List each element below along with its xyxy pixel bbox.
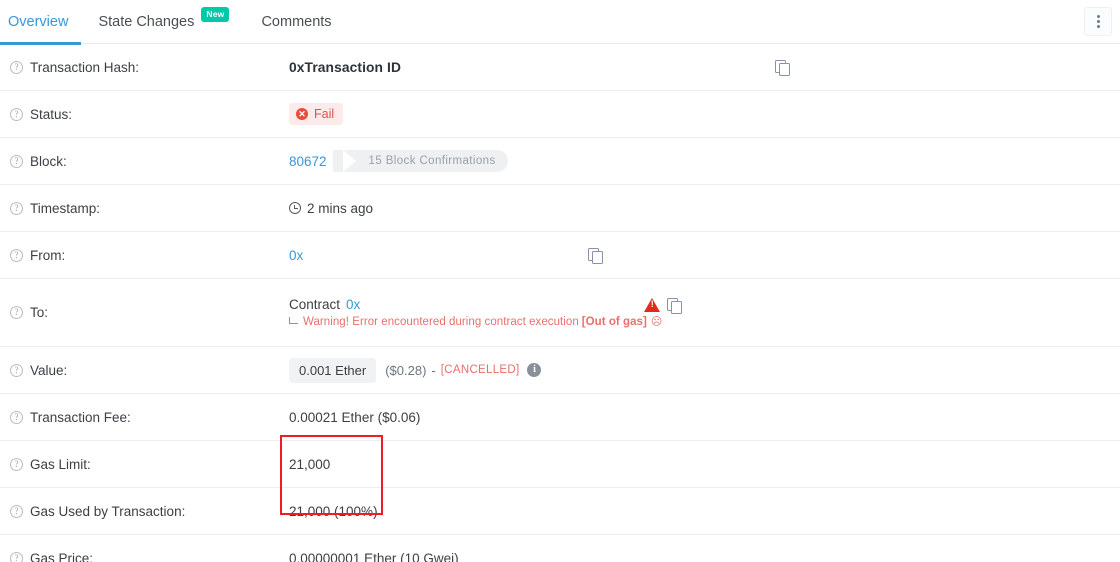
help-circle-icon[interactable]: ?: [10, 60, 23, 74]
value-gas-price: 0.00000001 Ether (10 Gwei): [289, 535, 1120, 562]
to-address-link[interactable]: 0x: [346, 297, 360, 312]
help-circle-icon[interactable]: ?: [10, 457, 23, 471]
tab-bar: Overview State Changes New Comments: [0, 0, 1120, 45]
tab-state-changes-label: State Changes: [98, 13, 195, 30]
value-block: 80672 15 Block Confirmations: [289, 138, 1120, 184]
tab-overview[interactable]: Overview: [0, 0, 82, 45]
status-badge: ✕ Fail: [289, 103, 344, 125]
help-circle-icon[interactable]: ?: [10, 504, 23, 518]
label-from-text: From:: [30, 247, 66, 263]
value-gas-limit: 21,000: [289, 441, 1120, 487]
kebab-menu-button[interactable]: [1084, 7, 1112, 36]
transaction-details-page: Overview State Changes New Comments ? Tr…: [0, 0, 1120, 562]
elbow-connector-icon: [289, 316, 298, 324]
help-circle-icon[interactable]: ?: [10, 410, 23, 424]
label-gas-price-text: Gas Price:: [30, 550, 94, 562]
row-status: ? Status: ✕ Fail: [0, 91, 1120, 138]
row-to: ? To: Contract 0x Warning! Error encount…: [0, 279, 1120, 347]
from-address-link[interactable]: 0x: [289, 248, 303, 263]
status-badge-label: Fail: [314, 107, 335, 121]
warning-message-text: Warning! Error encountered during contra…: [303, 315, 579, 328]
usd-amount-text: ($0.28): [385, 362, 427, 378]
label-gas-used-text: Gas Used by Transaction:: [30, 503, 186, 519]
tab-comments-label: Comments: [261, 13, 332, 30]
row-from: ? From: 0x: [0, 232, 1120, 279]
copy-icon[interactable]: [667, 297, 683, 314]
tab-overview-label: Overview: [8, 13, 69, 30]
value-gas-used: 21,000 (100%): [289, 488, 1120, 534]
label-to: ? To:: [0, 279, 289, 346]
label-to-text: To:: [30, 305, 49, 320]
label-gas-used: ? Gas Used by Transaction:: [0, 488, 289, 534]
row-gas-price: ? Gas Price: 0.00000001 Ether (10 Gwei): [0, 535, 1120, 562]
value-timestamp: 2 mins ago: [289, 185, 1120, 231]
label-block: ? Block:: [0, 138, 289, 184]
warning-triangle-icon[interactable]: [644, 297, 661, 312]
warning-reason-text: [Out of gas]: [581, 315, 647, 328]
row-gas-used: ? Gas Used by Transaction: 21,000 (100%): [0, 488, 1120, 535]
label-timestamp-text: Timestamp:: [30, 200, 101, 216]
row-timestamp: ? Timestamp: 2 mins ago: [0, 185, 1120, 232]
copy-icon[interactable]: [775, 60, 790, 76]
label-value-text: Value:: [30, 362, 68, 378]
row-block: ? Block: 80672 15 Block Confirmations: [0, 138, 1120, 185]
help-circle-icon[interactable]: ?: [10, 201, 23, 215]
value-status: ✕ Fail: [289, 91, 1120, 137]
row-gas-limit: ? Gas Limit: 21,000: [0, 441, 1120, 488]
tab-state-changes[interactable]: State Changes New: [82, 0, 245, 44]
gas-limit-text: 21,000: [289, 456, 331, 472]
kebab-menu-icon: [1096, 13, 1100, 29]
row-transaction-hash: ? Transaction Hash: 0xTransaction ID: [0, 44, 1120, 91]
info-icon[interactable]: i: [527, 363, 542, 377]
label-status-text: Status:: [30, 106, 73, 122]
help-circle-icon[interactable]: ?: [10, 551, 23, 562]
help-circle-icon[interactable]: ?: [10, 363, 23, 377]
label-gas-price: ? Gas Price:: [0, 535, 289, 562]
label-transaction-hash-text: Transaction Hash:: [30, 59, 140, 75]
help-circle-icon[interactable]: ?: [10, 154, 23, 168]
value-transaction-fee: 0.00021 Ether ($0.06): [289, 394, 1120, 440]
block-confirmations-label: 15 Block Confirmations: [368, 155, 496, 167]
gas-used-text: 21,000 (100%): [289, 503, 378, 519]
error-circle-icon: ✕: [296, 108, 308, 120]
label-timestamp: ? Timestamp:: [0, 185, 289, 231]
row-value: ? Value: 0.001 Ether ($0.28) - [CANCELLE…: [0, 347, 1120, 394]
block-number-link[interactable]: 80672: [289, 154, 327, 169]
help-circle-icon[interactable]: ?: [10, 306, 23, 319]
label-gas-limit-text: Gas Limit:: [30, 456, 91, 472]
ether-amount-pill: 0.001 Ether: [289, 357, 377, 383]
clock-icon: [289, 202, 301, 214]
label-value: ? Value:: [0, 347, 289, 393]
value-separator: -: [431, 362, 436, 378]
copy-icon[interactable]: [588, 248, 603, 264]
value-to: Contract 0x Warning! Error encountered d…: [289, 279, 1120, 346]
label-gas-limit: ? Gas Limit:: [0, 441, 289, 487]
label-block-text: Block:: [30, 153, 67, 169]
to-contract-prefix: Contract: [289, 297, 341, 312]
new-badge: New: [201, 7, 230, 22]
label-status: ? Status:: [0, 91, 289, 137]
help-circle-icon[interactable]: ?: [10, 107, 23, 121]
label-transaction-hash: ? Transaction Hash:: [0, 44, 289, 90]
label-from: ? From:: [0, 232, 289, 278]
timestamp-text: 2 mins ago: [307, 200, 374, 216]
value-from: 0x: [289, 232, 1120, 278]
value-amount: 0.001 Ether ($0.28) - [CANCELLED] i: [289, 347, 1120, 393]
label-transaction-fee: ? Transaction Fee:: [0, 394, 289, 440]
transaction-fee-text: 0.00021 Ether ($0.06): [289, 409, 421, 425]
value-transaction-hash: 0xTransaction ID: [289, 44, 1120, 90]
help-circle-icon[interactable]: ?: [10, 248, 23, 262]
tab-comments[interactable]: Comments: [245, 0, 347, 44]
cancelled-label: [CANCELLED]: [440, 364, 520, 376]
sad-face-icon: ☹: [650, 316, 663, 328]
row-transaction-fee: ? Transaction Fee: 0.00021 Ether ($0.06): [0, 394, 1120, 441]
label-transaction-fee-text: Transaction Fee:: [30, 409, 131, 425]
gas-price-text: 0.00000001 Ether (10 Gwei): [289, 550, 459, 562]
block-confirmations-badge: 15 Block Confirmations: [332, 150, 508, 172]
transaction-hash-text: 0xTransaction ID: [289, 59, 402, 75]
contract-execution-warning: Warning! Error encountered during contra…: [289, 315, 662, 328]
